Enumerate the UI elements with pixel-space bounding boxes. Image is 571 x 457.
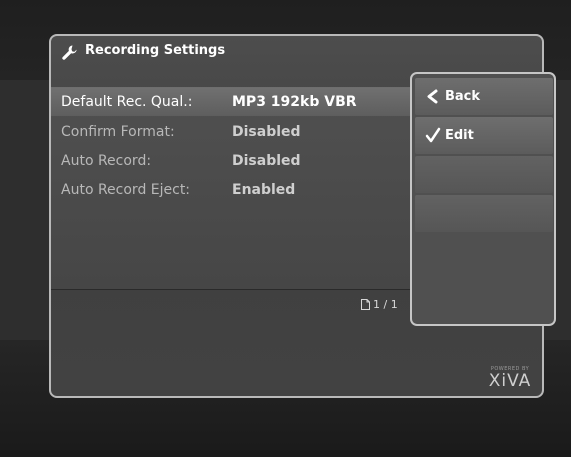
wrench-icon [62,45,77,60]
page-indicator: 1 / 1 [361,298,398,311]
menu-item-edit[interactable]: Edit [415,117,553,154]
menu-item-label: Edit [445,128,474,143]
page-count: 1 / 1 [373,298,398,311]
menu-item-back[interactable]: Back [415,78,553,115]
setting-value: Disabled [232,124,301,140]
check-icon [425,127,441,143]
xiva-branding: POWERED BY XiVA [486,366,534,390]
menu-item-empty-2 [415,195,553,232]
back-chevron-icon [427,89,438,104]
panel-title: Recording Settings [85,43,226,58]
setting-label: Auto Record: [61,153,152,169]
menu-item-label: Back [445,89,481,104]
setting-value: MP3 192kb VBR [232,94,357,110]
setting-label: Auto Record Eject: [61,182,191,198]
settings-row-auto-record-eject[interactable]: Auto Record Eject: Enabled [51,176,411,204]
setting-value: Enabled [232,182,296,198]
xiva-logo: XiVA [488,371,532,391]
setting-label: Default Rec. Qual.: [61,94,193,110]
setting-label: Confirm Format: [61,124,175,140]
context-menu: Back Edit [410,72,556,326]
settings-row-default-rec-qual[interactable]: Default Rec. Qual.: MP3 192kb VBR [51,88,411,116]
page-icon [361,299,370,310]
settings-row-auto-record[interactable]: Auto Record: Disabled [51,147,411,175]
settings-row-confirm-format[interactable]: Confirm Format: Disabled [51,118,411,146]
menu-item-empty-1 [415,156,553,193]
setting-value: Disabled [232,153,301,169]
settings-list: Default Rec. Qual.: MP3 192kb VBR Confir… [51,87,411,290]
